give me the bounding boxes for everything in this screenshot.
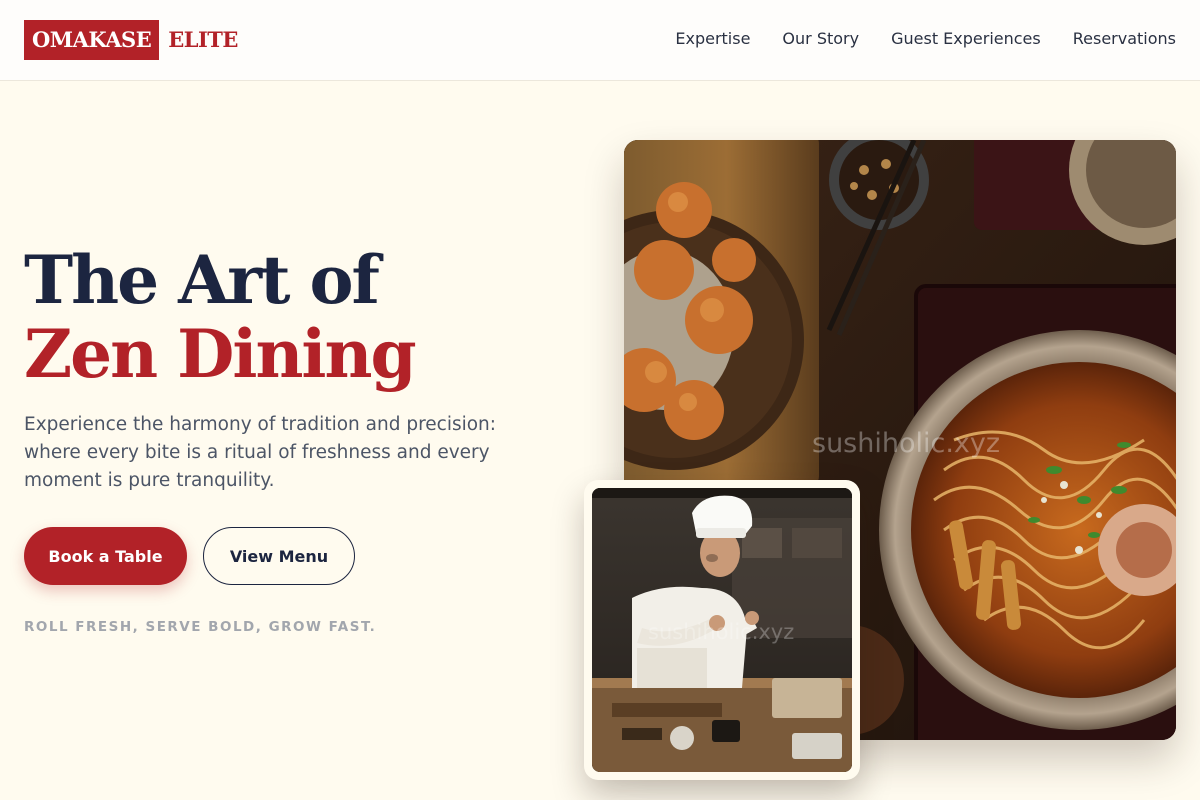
hero-title-line1: The Art of	[24, 241, 380, 319]
chef-photo-card	[584, 480, 860, 780]
hero-title: The Art of Zen Dining	[24, 241, 417, 393]
brand-logo[interactable]: OMAKASE ELITE	[24, 20, 238, 60]
nav-link-guest-experiences[interactable]: Guest Experiences	[891, 29, 1041, 48]
hero-subtitle: Experience the harmony of tradition and …	[24, 414, 497, 491]
chef-photo	[592, 488, 852, 772]
hero-tagline: ROLL FRESH, SERVE BOLD, GROW FAST.	[24, 619, 377, 635]
book-table-button[interactable]: Book a Table	[24, 527, 187, 585]
main-nav: Expertise Our Story Guest Experiences Re…	[675, 29, 1176, 48]
logo-box-text: OMAKASE	[24, 20, 160, 60]
nav-link-expertise[interactable]: Expertise	[675, 29, 750, 48]
nav-link-our-story[interactable]: Our Story	[782, 29, 859, 48]
nav-link-reservations[interactable]: Reservations	[1073, 29, 1176, 48]
logo-text: ELITE	[168, 27, 238, 52]
view-menu-button[interactable]: View Menu	[203, 527, 355, 585]
hero-title-line2: Zen Dining	[24, 315, 417, 393]
site-header: OMAKASE ELITE Expertise Our Story Guest …	[0, 0, 1200, 81]
